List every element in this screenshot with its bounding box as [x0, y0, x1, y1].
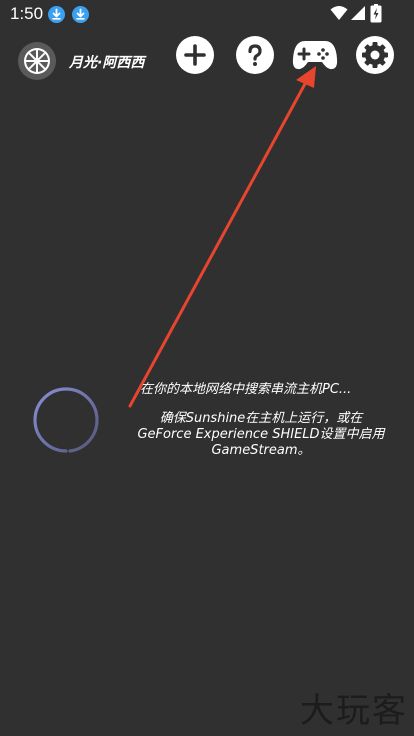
signal-icon [350, 5, 366, 25]
annotation-arrow [128, 66, 316, 408]
settings-button[interactable] [356, 36, 394, 74]
status-time: 1:50 [10, 4, 44, 23]
download-icon [72, 6, 89, 23]
username: 月光·阿西西 [69, 55, 145, 71]
battery-icon [370, 4, 382, 27]
hint-text: 确保Sunshine在主机上运行，或在 GeForce Experience S… [137, 411, 385, 458]
help-icon [248, 44, 262, 66]
wifi-icon [330, 5, 348, 25]
loading-spinner [33, 387, 99, 453]
gamepad-icon [292, 41, 338, 70]
settings-icon [362, 42, 388, 68]
watermark: 大玩客 [300, 691, 408, 731]
add-button[interactable] [176, 36, 214, 74]
status-bar: 1:50 [0, 0, 414, 30]
download-icon [48, 6, 65, 23]
help-button[interactable] [236, 36, 274, 74]
add-icon [184, 44, 206, 66]
gamepad-button[interactable] [292, 37, 338, 73]
avatar[interactable] [18, 42, 56, 80]
search-status-text: 在你的本地网络中搜索串流主机PC... [140, 382, 352, 397]
